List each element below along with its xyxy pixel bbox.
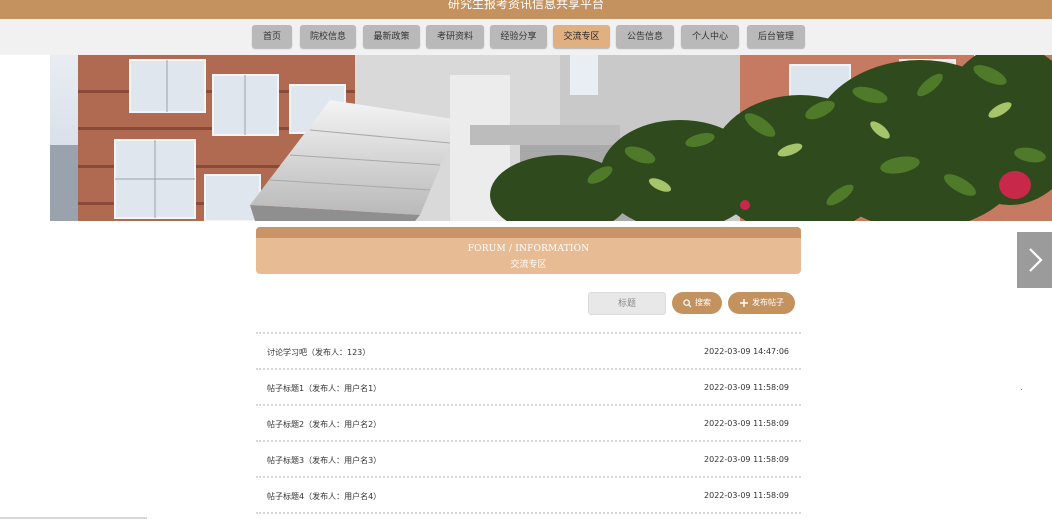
- post-date: 2022-03-09 11:58:09: [704, 419, 789, 428]
- top-title-bar: 研究生报考资讯信息共享平台: [0, 0, 1052, 19]
- list-item[interactable]: 帖子标题4（发布人：用户名4） 2022-03-09 11:58:09: [256, 478, 801, 512]
- carousel-next-button[interactable]: [1017, 232, 1052, 288]
- post-date: 2022-03-09 11:58:09: [704, 383, 789, 392]
- nav-item-forum[interactable]: 交流专区: [553, 25, 610, 48]
- section-title-en: FORUM / INFORMATION: [467, 244, 590, 254]
- site-title: 研究生报考资讯信息共享平台: [447, 0, 604, 11]
- post-title[interactable]: 帖子标题1（发布人：用户名1）: [267, 383, 381, 394]
- main-nav: 首页 院校信息 最新政策 考研资料 经验分享 交流专区 公告信息 个人中心 后台…: [0, 19, 1052, 55]
- nav-item-schools[interactable]: 院校信息: [300, 25, 356, 48]
- post-title[interactable]: 讨论学习吧（发布人：123）: [267, 347, 370, 358]
- new-post-button[interactable]: 发布帖子: [728, 292, 795, 314]
- section-header: FORUM / INFORMATION 交流专区: [256, 227, 801, 274]
- post-date: 2022-03-09 11:58:09: [704, 455, 789, 464]
- nav-item-experience[interactable]: 经验分享: [490, 25, 547, 48]
- post-date: 2022-03-09 14:47:06: [704, 347, 789, 356]
- post-date: 2022-03-09 11:58:09: [704, 491, 789, 500]
- section-title-cn: 交流专区: [510, 260, 547, 270]
- list-item[interactable]: 帖子标题2（发布人：用户名2） 2022-03-09 11:58:09: [256, 406, 801, 440]
- post-title[interactable]: 帖子标题4（发布人：用户名4）: [267, 491, 381, 502]
- plus-icon: [739, 298, 749, 308]
- nav-item-home[interactable]: 首页: [252, 25, 292, 48]
- title-search-input[interactable]: [588, 292, 666, 315]
- banner-image: [0, 55, 1052, 221]
- decorative-dot: [1021, 389, 1022, 390]
- nav-item-materials[interactable]: 考研资料: [426, 25, 484, 48]
- list-divider: [256, 512, 801, 514]
- nav-item-policies[interactable]: 最新政策: [363, 25, 420, 48]
- post-list: 讨论学习吧（发布人：123） 2022-03-09 14:47:06 帖子标题1…: [256, 332, 801, 514]
- nav-item-personal-center[interactable]: 个人中心: [681, 25, 739, 48]
- section-header-strip: [256, 227, 801, 238]
- list-item[interactable]: 帖子标题3（发布人：用户名3） 2022-03-09 11:58:09: [256, 442, 801, 476]
- list-item[interactable]: 帖子标题1（发布人：用户名1） 2022-03-09 11:58:09: [256, 370, 801, 404]
- list-item[interactable]: 讨论学习吧（发布人：123） 2022-03-09 14:47:06: [256, 334, 801, 368]
- search-button-label: 搜索: [695, 298, 711, 307]
- post-title[interactable]: 帖子标题3（发布人：用户名3）: [267, 455, 381, 466]
- nav-item-admin[interactable]: 后台管理: [747, 25, 805, 48]
- search-icon: [683, 298, 692, 308]
- nav-item-announcements[interactable]: 公告信息: [616, 25, 674, 48]
- post-title[interactable]: 帖子标题2（发布人：用户名2）: [267, 419, 381, 430]
- chevron-right-icon: [1029, 248, 1043, 272]
- new-post-button-label: 发布帖子: [752, 298, 784, 307]
- search-button[interactable]: 搜索: [672, 292, 722, 314]
